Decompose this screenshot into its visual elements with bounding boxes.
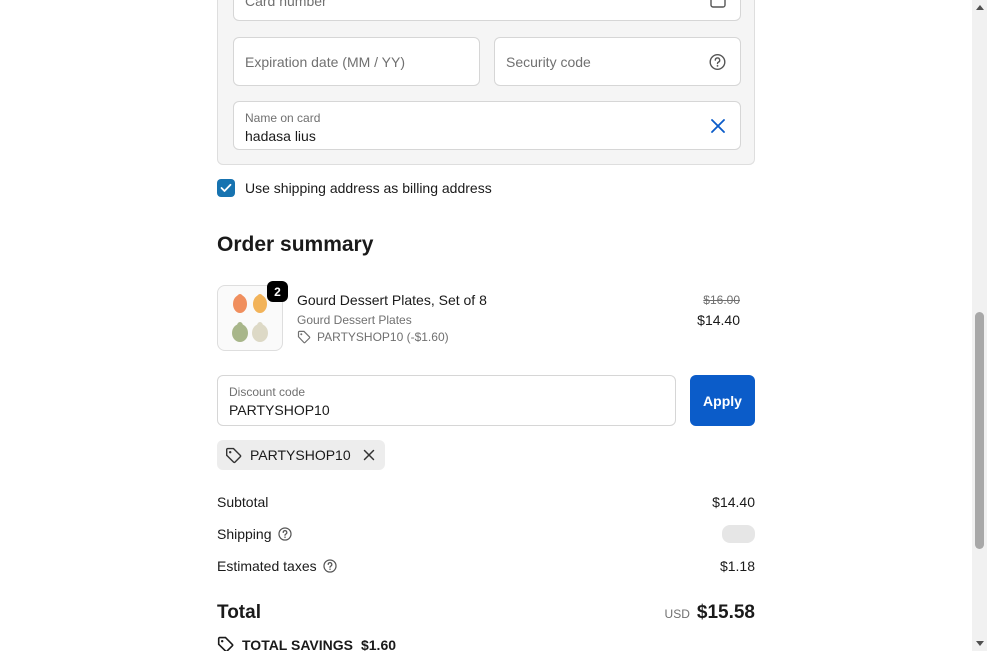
subtotal-row: Subtotal $14.40 (217, 494, 755, 510)
total-amount: $15.58 (696, 602, 755, 623)
vertical-scrollbar[interactable] (972, 0, 987, 651)
tag-icon (297, 330, 311, 344)
card-number-placeholder: Card number (245, 0, 327, 9)
product-title: Gourd Dessert Plates, Set of 8 (297, 292, 487, 308)
tag-icon (226, 447, 242, 463)
total-savings-row: TOTAL SAVINGS $1.60 (217, 636, 396, 651)
subtotal-label: Subtotal (217, 494, 269, 510)
billing-checkbox[interactable] (217, 179, 235, 197)
security-code-field[interactable]: Security code (494, 37, 741, 86)
total-savings-label: TOTAL SAVINGS (242, 636, 353, 651)
applied-code-text: PARTYSHOP10 (250, 447, 351, 463)
tag-icon (217, 636, 234, 651)
shipping-loading-placeholder (722, 525, 755, 543)
scroll-down-arrow-icon[interactable] (972, 636, 987, 651)
question-circle-icon[interactable] (322, 559, 337, 573)
card-payment-panel: Card number Expiration date (MM / YY) Se… (217, 0, 755, 165)
quantity-badge: 2 (267, 281, 288, 302)
discounted-price: $14.40 (697, 312, 740, 328)
discount-code-label: Discount code (229, 385, 306, 399)
discount-code-field[interactable]: Discount code PARTYSHOP10 (217, 375, 676, 426)
total-savings-value: $1.60 (360, 636, 397, 651)
currency-code: USD (664, 607, 690, 621)
billing-address-option[interactable]: Use shipping address as billing address (217, 179, 492, 197)
checkout-page: Card number Expiration date (MM / YY) Se… (0, 0, 972, 651)
name-on-card-field[interactable]: Name on card hadasa lius (233, 101, 741, 150)
security-code-placeholder: Security code (506, 53, 591, 70)
checkmark-icon (220, 183, 232, 192)
apply-button[interactable]: Apply (690, 375, 755, 426)
estimated-taxes-value: $1.18 (719, 558, 755, 574)
scroll-up-arrow-icon[interactable] (972, 0, 987, 15)
total-label: Total (217, 602, 261, 623)
scrollbar-thumb[interactable] (975, 312, 984, 549)
subtotal-value: $14.40 (712, 494, 755, 510)
remove-code-icon[interactable] (363, 449, 375, 461)
card-icon (710, 0, 726, 8)
question-circle-icon[interactable] (277, 527, 292, 541)
name-on-card-value: hadasa lius (245, 128, 316, 144)
product-image: 2 (217, 281, 288, 351)
order-summary-title: Order summary (217, 233, 374, 256)
product-discount: PARTYSHOP10 (-$1.60) (297, 330, 449, 344)
total-row: Total USD $15.58 (217, 602, 755, 624)
original-price: $16.00 (703, 293, 740, 307)
discount-code-value: PARTYSHOP10 (229, 402, 330, 418)
estimated-taxes-row: Estimated taxes $1.18 (217, 558, 755, 574)
shipping-label: Shipping (217, 526, 272, 542)
close-icon[interactable] (710, 118, 726, 134)
applied-code-chip: PARTYSHOP10 (217, 440, 385, 470)
question-circle-icon[interactable] (709, 53, 726, 70)
estimated-taxes-label: Estimated taxes (217, 558, 317, 574)
expiration-placeholder: Expiration date (MM / YY) (245, 53, 406, 70)
product-variant: Gourd Dessert Plates (297, 313, 412, 327)
billing-checkbox-label: Use shipping address as billing address (245, 180, 492, 196)
expiration-date-field[interactable]: Expiration date (MM / YY) (233, 37, 480, 86)
shipping-row: Shipping (217, 525, 755, 543)
product-discount-text: PARTYSHOP10 (-$1.60) (317, 330, 449, 344)
name-on-card-label: Name on card (245, 111, 321, 125)
card-number-field[interactable]: Card number (233, 0, 741, 21)
